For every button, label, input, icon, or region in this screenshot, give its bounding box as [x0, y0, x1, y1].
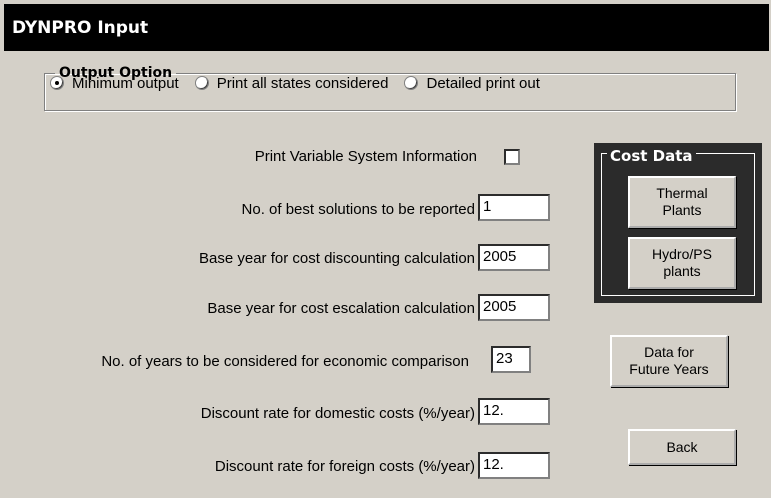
radio-button-selected[interactable]	[50, 76, 64, 90]
thermal-plants-label: Thermal Plants	[656, 185, 708, 218]
domestic-rate-input[interactable]: 12.	[478, 398, 550, 425]
foreign-rate-input[interactable]: 12.	[478, 452, 550, 479]
domestic-rate-label: Discount rate for domestic costs (%/year…	[200, 405, 475, 422]
output-option-radios: Minimum output Print all states consider…	[50, 71, 750, 95]
client-area: Output Option Minimum output Print all s…	[4, 51, 769, 496]
hydro-ps-plants-button[interactable]: Hydro/PS plants	[628, 237, 736, 289]
title-bar[interactable]: DYNPRO Input	[4, 4, 769, 51]
radio-button[interactable]	[194, 76, 209, 90]
window-title: DYNPRO Input	[12, 18, 149, 38]
years-comparison-input[interactable]: 23	[491, 346, 531, 373]
future-years-button[interactable]: Data for Future Years	[610, 335, 728, 387]
years-comparison-label: No. of years to be considered for econom…	[101, 353, 469, 370]
back-button[interactable]: Back	[628, 429, 736, 465]
dynpro-input-window: DYNPRO Input Output Option Minimum outpu…	[0, 0, 771, 498]
print-variable-checkbox[interactable]	[504, 149, 520, 165]
radio-minimum-output[interactable]: Minimum output	[50, 75, 179, 92]
radio-button[interactable]	[404, 76, 419, 90]
print-variable-label: Print Variable System Information	[254, 148, 477, 165]
thermal-plants-button[interactable]: Thermal Plants	[628, 176, 736, 228]
base-year-discount-input[interactable]: 2005	[478, 244, 550, 271]
back-label: Back	[666, 438, 698, 455]
hydro-ps-plants-label: Hydro/PS plants	[652, 246, 712, 279]
radio-print-all-states[interactable]: Print all states considered	[194, 74, 389, 92]
base-year-escalation-label: Base year for cost escalation calculatio…	[207, 300, 475, 317]
future-years-label: Data for Future Years	[629, 344, 709, 377]
radio-detailed-print-out[interactable]: Detailed print out	[404, 74, 540, 92]
best-solutions-label: No. of best solutions to be reported	[241, 201, 475, 218]
base-year-discount-label: Base year for cost discounting calculati…	[199, 250, 475, 267]
base-year-escalation-input[interactable]: 2005	[478, 294, 550, 321]
cost-data-legend: Cost Data	[607, 147, 696, 165]
best-solutions-input[interactable]: 1	[478, 194, 550, 221]
radio-label: Detailed print out	[426, 74, 540, 92]
radio-label: Minimum output	[72, 74, 179, 92]
radio-label: Print all states considered	[216, 74, 389, 92]
foreign-rate-label: Discount rate for foreign costs (%/year)	[214, 458, 475, 475]
